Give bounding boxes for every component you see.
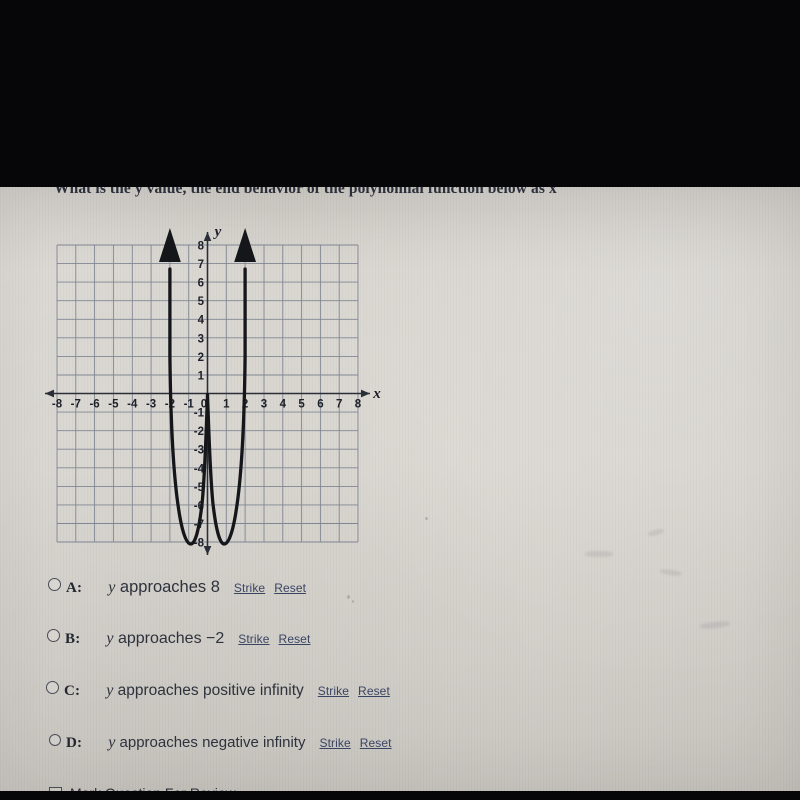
answer-option-c[interactable]: C: y approaches positive infinity Strike… <box>46 681 584 734</box>
strike-link-c[interactable]: Strike <box>318 684 349 698</box>
answer-options-list: A: y approaches 8 Strike Reset B: y appr… <box>44 578 584 786</box>
reset-link-a[interactable]: Reset <box>274 581 306 595</box>
reset-link-c[interactable]: Reset <box>358 684 390 698</box>
svg-text:-3: -3 <box>146 399 156 411</box>
option-text-c: y approaches positive infinity <box>106 682 304 700</box>
radio-button-a[interactable] <box>48 578 61 591</box>
option-text-d: y approaches negative infinity <box>108 734 305 752</box>
photo-bottom-dark-band <box>0 791 800 800</box>
radio-button-c[interactable] <box>46 681 59 694</box>
option-links-d: Strike Reset <box>319 734 391 752</box>
svg-text:-5: -5 <box>108 399 119 411</box>
option-statement-c: approaches positive infinity <box>113 682 304 699</box>
option-letter-b: B: <box>65 631 81 647</box>
option-links-c: Strike Reset <box>318 682 390 700</box>
svg-text:6: 6 <box>317 399 323 411</box>
graph-svg: -8 -7 -6 -5 -4 -3 -2 -1 0 1 2 3 4 5 6 7 … <box>45 224 381 555</box>
svg-text:-7: -7 <box>71 399 81 411</box>
strike-link-d[interactable]: Strike <box>319 736 350 750</box>
option-variable-b: y <box>106 630 114 647</box>
reset-link-b[interactable]: Reset <box>279 632 311 646</box>
svg-text:5: 5 <box>298 399 305 411</box>
radio-button-d[interactable] <box>49 734 61 746</box>
option-links-a: Strike Reset <box>234 579 306 597</box>
svg-text:5: 5 <box>198 296 205 308</box>
svg-text:-8: -8 <box>52 399 63 411</box>
svg-text:-4: -4 <box>127 399 138 411</box>
answer-option-d[interactable]: D: y approaches negative infinity Strike… <box>49 734 584 786</box>
option-letter-a: A: <box>66 580 83 596</box>
option-links-b: Strike Reset <box>238 630 310 648</box>
svg-text:1: 1 <box>198 370 205 382</box>
strike-link-b[interactable]: Strike <box>238 632 269 646</box>
screenshot-root: What is the y value, the end behavior of… <box>0 0 800 800</box>
svg-text:2: 2 <box>198 352 204 364</box>
x-axis-label: x <box>372 386 381 402</box>
svg-text:6: 6 <box>198 278 204 290</box>
strike-link-a[interactable]: Strike <box>234 581 265 595</box>
paper-smudge <box>585 551 613 557</box>
option-letter-c: C: <box>64 683 81 699</box>
option-text-a: y approaches 8 <box>108 578 220 597</box>
svg-text:7: 7 <box>336 399 342 411</box>
svg-text:1: 1 <box>223 399 230 411</box>
svg-text:4: 4 <box>198 315 205 327</box>
y-axis-label: y <box>213 224 222 240</box>
answer-option-a[interactable]: A: y approaches 8 Strike Reset <box>48 578 584 630</box>
reset-link-d[interactable]: Reset <box>360 736 392 750</box>
coordinate-graph: -8 -7 -6 -5 -4 -3 -2 -1 0 1 2 3 4 5 6 7 … <box>40 214 390 559</box>
answer-option-b[interactable]: B: y approaches −2 Strike Reset <box>47 629 584 682</box>
option-letter-d: D: <box>66 735 83 751</box>
svg-text:8: 8 <box>198 241 205 253</box>
svg-text:8: 8 <box>355 399 362 411</box>
svg-text:-1: -1 <box>194 408 205 420</box>
option-text-b: y approaches −2 <box>106 630 224 648</box>
svg-text:-2: -2 <box>194 426 204 438</box>
photo-top-dark-band <box>0 0 800 187</box>
svg-text:4: 4 <box>280 399 287 411</box>
svg-text:-3: -3 <box>194 445 204 457</box>
option-statement-d: approaches negative infinity <box>115 734 306 751</box>
svg-text:7: 7 <box>198 259 204 271</box>
svg-text:3: 3 <box>261 399 267 411</box>
option-statement-b: approaches −2 <box>113 630 225 647</box>
svg-text:3: 3 <box>198 333 204 345</box>
svg-text:-6: -6 <box>89 399 99 411</box>
paper-speck <box>425 517 428 520</box>
radio-button-b[interactable] <box>47 629 60 642</box>
option-statement-a: approaches 8 <box>115 578 220 596</box>
